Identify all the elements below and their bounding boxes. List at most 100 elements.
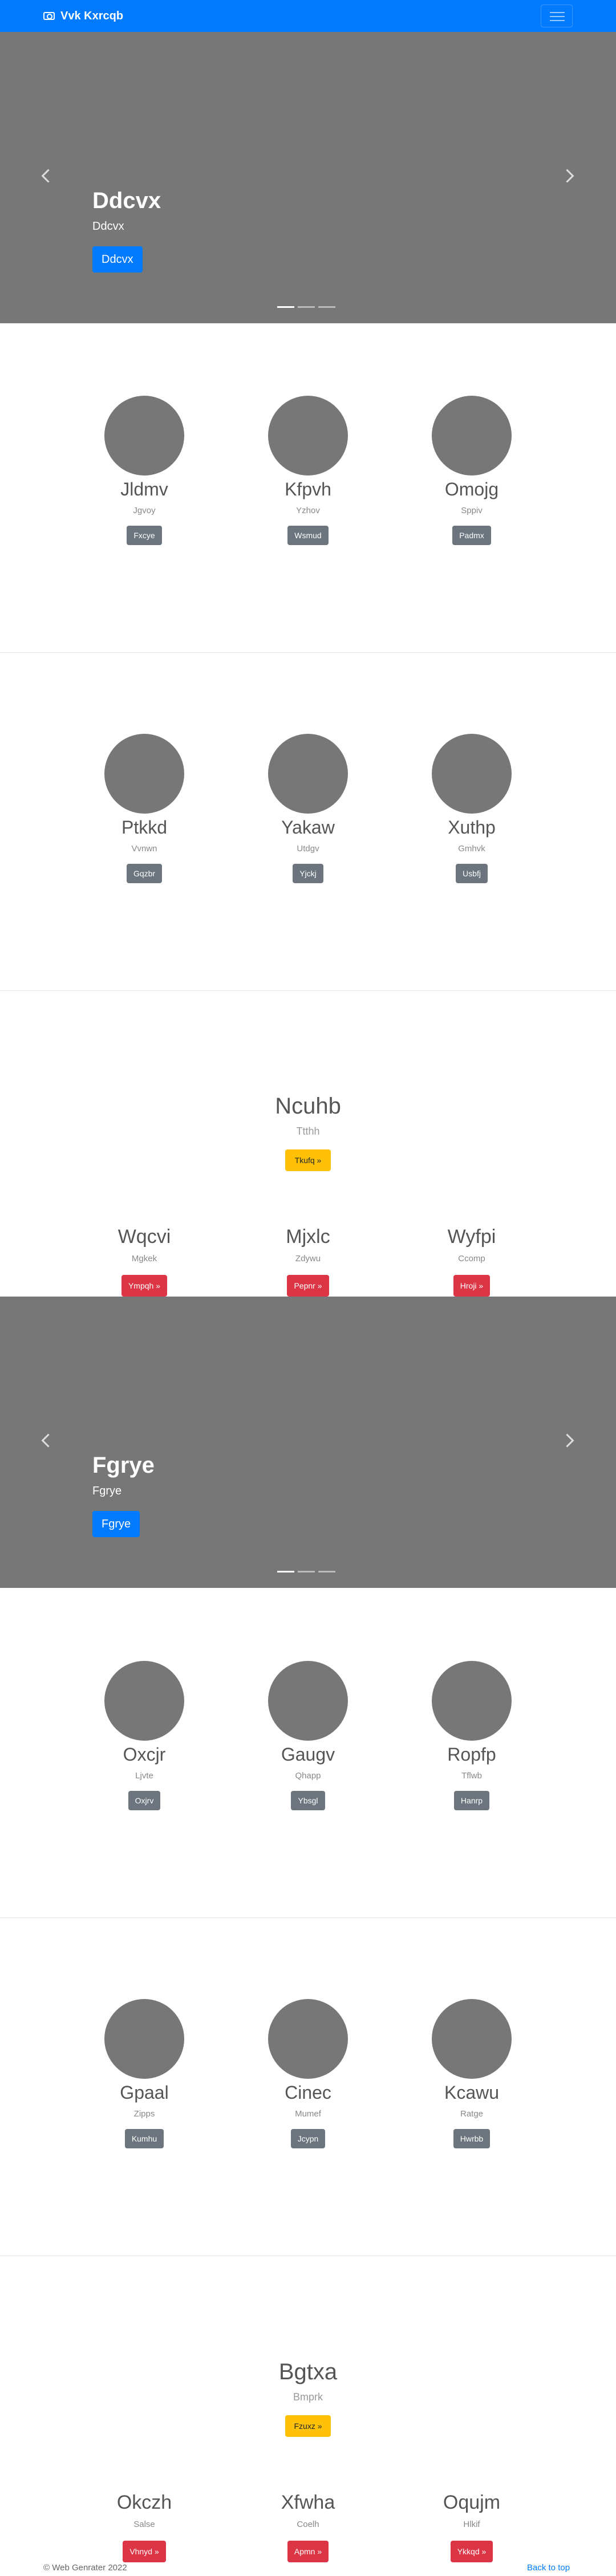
hamburger-icon-bar [550,16,565,17]
column-button[interactable]: Hroji » [453,1275,491,1297]
team-card: Ptkkd Vvnwn Gqzbr [64,734,224,883]
navbar: Vvk Kxrcqb [0,0,616,32]
avatar [432,734,512,814]
section-divider [0,652,616,653]
carousel-indicator[interactable] [318,1571,335,1573]
navbar-toggler-button[interactable] [541,5,573,27]
back-to-top-link[interactable]: Back to top [527,2562,570,2574]
feature-column: Mjxlc Zdywu Pepnr » [228,1225,388,1297]
column-heading: Mjxlc [286,1226,330,1248]
card-name: Xuthp [448,817,496,838]
feature-button[interactable]: Fzuxz » [285,2415,331,2437]
card-subtitle: Jgvoy [133,506,156,515]
team-card: Ropfp Tflwb Hanrp [392,1661,552,1810]
team-card: Jldmv Jgvoy Fxcye [64,396,224,545]
card-name: Kcawu [444,2082,500,2103]
carousel-indicator[interactable] [298,1571,315,1573]
team-card: Oxcjr Ljvte Oxjrv [64,1661,224,1810]
column-heading: Wqcvi [117,1226,171,1248]
card-button[interactable]: Jcypn [290,2129,326,2148]
feature-button[interactable]: Tkufq » [285,1149,331,1171]
team-card: Xuthp Gmhvk Usbfj [392,734,552,883]
card-name: Gpaal [120,2082,169,2103]
feature-column: Oqujm Hlkif Ykkqd » [392,2490,552,2562]
carousel-next-chevron-icon[interactable] [559,164,582,187]
carousel-cta-button[interactable]: Fgrye [92,1511,140,1537]
carousel-cta-button[interactable]: Ddcvx [92,246,143,273]
carousel-indicator[interactable] [277,306,294,308]
section-divider [0,1917,616,1918]
section-divider [0,990,616,991]
column-button[interactable]: Apmn » [287,2541,329,2562]
column-text: Salse [133,2520,155,2529]
carousel-prev-chevron-icon[interactable] [34,164,57,187]
avatar [104,734,184,814]
card-subtitle: Gmhvk [458,844,485,854]
card-button[interactable]: Hanrp [453,1791,490,1810]
column-button[interactable]: Pepnr » [287,1275,329,1297]
hero-carousel: Ddcvx Ddcvx Ddcvx [0,32,616,323]
feature-subheading: Bmprk [293,2391,323,2403]
card-button[interactable]: Oxjrv [128,1791,161,1810]
column-heading: Oqujm [443,2492,501,2513]
feature-column: Okczh Salse Vhnyd » [64,2490,224,2562]
column-text: Hlkif [463,2520,480,2529]
avatar [104,1999,184,2079]
camera-icon [43,12,55,20]
feature-heading: Bgtxa [278,2359,338,2384]
card-name: Omojg [444,479,499,499]
column-text: Mgkek [131,1254,157,1263]
team-card: Gpaal Zipps Kumhu [64,1999,224,2148]
card-name: Yakaw [281,817,335,838]
carousel-title: Ddcvx [92,188,161,213]
carousel-next-chevron-icon[interactable] [559,1429,582,1452]
card-button[interactable]: Yjckj [293,864,323,883]
card-button[interactable]: Padmx [452,526,491,545]
avatar [104,1661,184,1741]
column-text: Zdywu [295,1254,321,1263]
card-subtitle: Ratge [460,2109,484,2119]
carousel-indicator[interactable] [277,1571,294,1573]
avatar [268,734,348,814]
feature-column: Wyfpi Ccomp Hroji » [392,1225,552,1297]
card-subtitle: Ljvte [135,1771,153,1781]
card-subtitle: Sppiv [461,506,483,515]
card-button[interactable]: Fxcye [127,526,162,545]
feature-column: Xfwha Coelh Apmn » [228,2490,388,2562]
team-card: Cinec Mumef Jcypn [228,1999,388,2148]
card-subtitle: Tflwb [461,1771,482,1781]
hamburger-icon-bar [550,20,565,21]
avatar [268,1661,348,1741]
card-subtitle: Zipps [133,2109,155,2119]
column-button[interactable]: Vhnyd » [123,2541,166,2562]
card-button[interactable]: Gqzbr [126,864,163,883]
brand-link[interactable]: Vvk Kxrcqb [43,9,123,23]
feature-subheading: Ttthh [296,1126,320,1137]
footer-copyright: © Web Genrater 2022 [43,2563,127,2573]
column-button[interactable]: Ympqh » [121,1275,168,1297]
card-button[interactable]: Kumhu [124,2129,164,2148]
card-button[interactable]: Ybsgl [291,1791,325,1810]
column-text: Coelh [297,2520,319,2529]
card-name: Jldmv [120,479,168,499]
brand-label: Vvk Kxrcqb [60,9,124,22]
carousel-indicators [277,306,335,308]
card-subtitle: Vvnwn [131,844,157,854]
column-heading: Xfwha [281,2492,335,2513]
card-button[interactable]: Hwrbb [453,2129,491,2148]
column-heading: Wyfpi [447,1226,496,1248]
carousel-indicator[interactable] [318,306,335,308]
carousel-indicators [277,1571,335,1573]
carousel-caption: Ddcvx [92,220,124,233]
carousel-indicator[interactable] [298,306,315,308]
hamburger-icon-bar [550,12,565,13]
team-card: Yakaw Utdgv Yjckj [228,734,388,883]
avatar [432,1661,512,1741]
team-card: Kcawu Ratge Hwrbb [392,1999,552,2148]
column-button[interactable]: Ykkqd » [450,2541,493,2562]
card-button[interactable]: Usbfj [456,864,488,883]
card-subtitle: Utdgv [297,844,319,854]
card-button[interactable]: Wsmud [287,526,329,545]
avatar [268,1999,348,2079]
carousel-prev-chevron-icon[interactable] [34,1429,57,1452]
